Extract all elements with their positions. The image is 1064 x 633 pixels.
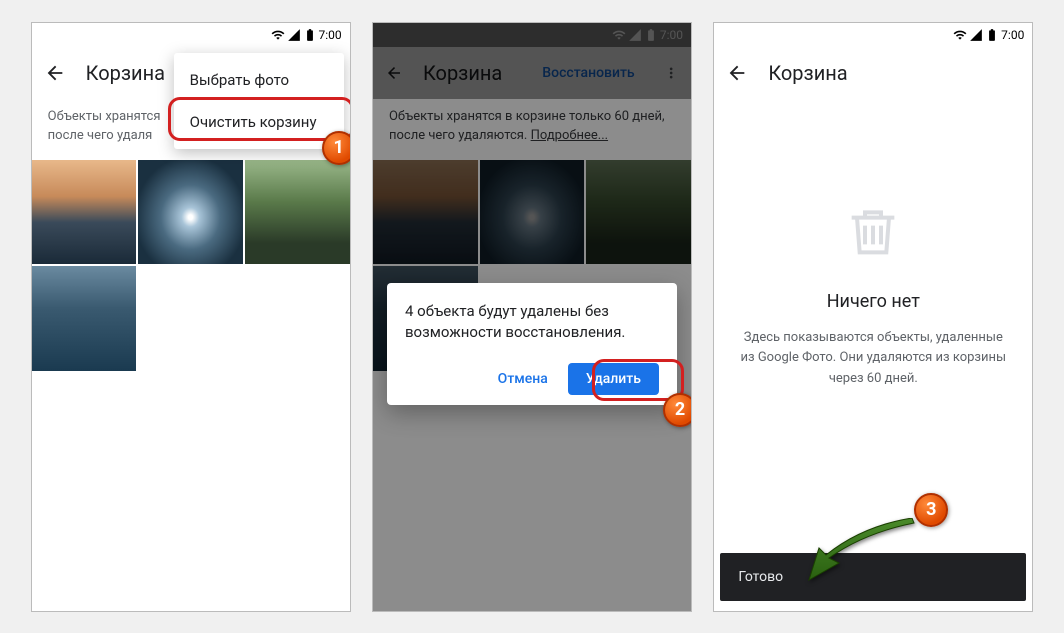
status-time: 7:00 (319, 28, 342, 42)
status-bar: 7:00 (714, 23, 1032, 47)
cancel-button[interactable]: Отмена (486, 363, 560, 395)
step-badge-2: 2 (663, 393, 692, 427)
status-bar: 7:00 (32, 23, 350, 47)
phone-screen-3: 7:00 Корзина Ничего нет Здесь показывают… (713, 22, 1033, 612)
phone-screen-1: 7:00 Корзина Объекты хранятся после чего… (31, 22, 351, 612)
battery-icon (303, 28, 317, 42)
trash-icon (841, 199, 905, 263)
arrow-annotation (804, 518, 924, 588)
wifi-icon (953, 28, 967, 42)
back-icon[interactable] (44, 62, 66, 84)
photo-grid (32, 160, 350, 371)
confirm-dialog: 4 объекта будут удалены без возможности … (387, 283, 677, 405)
photo-thumbnail[interactable] (245, 160, 350, 265)
signal-icon (287, 28, 301, 42)
status-time: 7:00 (1001, 28, 1024, 42)
empty-state: Ничего нет Здесь показываются объекты, у… (714, 99, 1032, 390)
app-bar: Корзина (714, 47, 1032, 99)
dialog-message: 4 объекта будут удалены без возможности … (405, 301, 659, 343)
overflow-menu: Выбрать фото Очистить корзину (174, 53, 344, 149)
photo-thumbnail[interactable] (32, 160, 137, 265)
phone-screen-2: 7:00 Корзина Восстановить Объекты хранят… (372, 22, 692, 612)
delete-button[interactable]: Удалить (568, 363, 659, 395)
page-title: Корзина (86, 61, 165, 85)
photo-thumbnail[interactable] (32, 266, 137, 371)
photo-thumbnail[interactable] (138, 160, 243, 265)
snackbar-text: Готово (738, 569, 783, 585)
page-title: Корзина (768, 61, 847, 85)
empty-subtitle: Здесь показываются объекты, удаленные из… (738, 328, 1008, 390)
menu-select-photo[interactable]: Выбрать фото (174, 59, 344, 101)
step-badge-1: 1 (322, 131, 351, 165)
back-icon[interactable] (726, 62, 748, 84)
battery-icon (985, 28, 999, 42)
empty-title: Ничего нет (827, 291, 920, 312)
signal-icon (969, 28, 983, 42)
wifi-icon (271, 28, 285, 42)
menu-empty-trash[interactable]: Очистить корзину (174, 101, 344, 143)
